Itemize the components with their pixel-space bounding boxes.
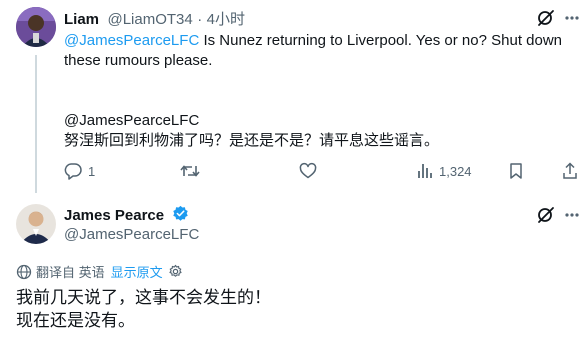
tweet1-header: Liam @LiamOT34 · 4小时 <box>64 8 245 28</box>
views-icon <box>418 164 432 178</box>
bookmark-button[interactable] <box>508 162 524 180</box>
tweet1-translation: @JamesPearceLFC 努涅斯回到利物浦了吗？是还是不是？请平息这些谣言… <box>64 111 574 151</box>
tweet2-author-name[interactable]: James Pearce <box>64 207 164 224</box>
tweet2-text-line2: 现在还是没有。 <box>16 311 135 330</box>
reply-button[interactable]: 1 <box>64 162 95 180</box>
tweet1-time[interactable]: 4小时 <box>207 11 245 28</box>
tweet2-text: 我前几天说了，这事不会发生的！ 现在还是没有。 <box>16 286 271 332</box>
more-icon-2[interactable] <box>564 205 580 225</box>
like-button[interactable] <box>299 162 317 180</box>
avatar-liam[interactable] <box>16 7 56 47</box>
translation-bar: 翻译自 英语 显示原文 <box>16 262 183 281</box>
retweet-button[interactable] <box>180 162 200 180</box>
avatar-liam-image <box>16 7 56 47</box>
tweet2-text-line1: 我前几天说了，这事不会发生的！ <box>16 288 271 307</box>
tweet1-text-line2: these rumours please. <box>64 52 213 69</box>
grok-icon[interactable] <box>536 8 556 28</box>
views-button[interactable]: 1,324 <box>417 162 472 180</box>
retweet-icon <box>180 165 200 177</box>
tweet1-separator: · <box>197 11 203 28</box>
verified-badge-icon <box>172 205 189 227</box>
translation-text: 努涅斯回到利物浦了吗？是还是不是？请平息这些谣言。 <box>64 132 440 149</box>
tweet2-handle[interactable]: @JamesPearceLFC <box>64 226 199 243</box>
tweet2-header: James Pearce <box>64 205 189 227</box>
bookmark-icon <box>510 163 522 179</box>
translation-mention: @JamesPearceLFC <box>64 112 200 129</box>
avatar-james-pearce[interactable] <box>16 204 56 244</box>
share-icon <box>563 162 577 179</box>
thread-line <box>35 55 37 193</box>
views-count: 1,324 <box>439 163 472 179</box>
grok-icon-2[interactable] <box>536 205 556 225</box>
translated-from-label: 翻译自 英语 <box>36 265 105 280</box>
share-button[interactable] <box>562 162 578 180</box>
reply-count: 1 <box>88 163 96 179</box>
settings-gear-icon[interactable] <box>168 264 183 279</box>
tweet1-mention[interactable]: @JamesPearceLFC <box>64 32 199 49</box>
tweet1-author-name[interactable]: Liam <box>64 11 99 28</box>
heart-icon <box>299 162 317 179</box>
more-icon[interactable] <box>564 8 580 28</box>
show-original-link[interactable]: 显示原文 <box>111 262 163 281</box>
tweet1-text: @JamesPearceLFC Is Nunez returning to Li… <box>64 31 574 71</box>
tweet1-handle[interactable]: @LiamOT34 <box>107 11 192 28</box>
globe-icon <box>16 264 32 280</box>
reply-icon <box>64 163 82 180</box>
tweet1-text-line1: Is Nunez returning to Liverpool. Yes or … <box>199 32 563 49</box>
avatar-james-image <box>16 204 56 244</box>
